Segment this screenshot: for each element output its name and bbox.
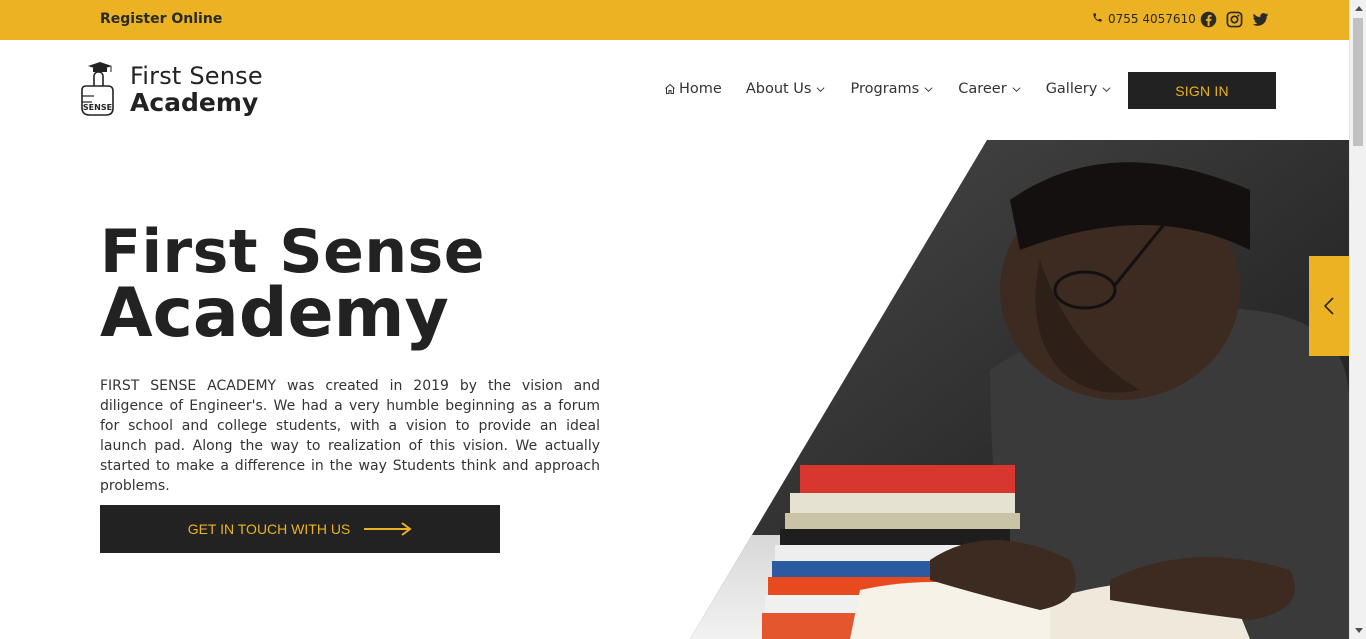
- chevron-down-icon: [1012, 86, 1021, 92]
- hero-image-student-reading: [690, 140, 1349, 639]
- chevron-down-icon: [1102, 86, 1111, 92]
- chevron-down-icon: [816, 86, 825, 92]
- brand-name-line1: First Sense: [130, 61, 263, 90]
- nav-item-gallery[interactable]: Gallery: [1046, 81, 1113, 97]
- slider-prev-button[interactable]: [1309, 256, 1349, 356]
- get-in-touch-button[interactable]: GET IN TOUCH WITH US: [100, 505, 500, 553]
- nav-item-about-us[interactable]: About Us: [746, 81, 827, 97]
- arrow-right-icon: [364, 522, 412, 536]
- logo-text: SENSE: [83, 103, 112, 112]
- facebook-icon[interactable]: [1200, 11, 1217, 28]
- site-header: SENSE First Sense Academy Home About Us …: [0, 40, 1349, 140]
- logo-hand-icon: SENSE: [81, 62, 114, 116]
- nav-label-about-us: About Us: [745, 81, 812, 97]
- scrollbar-thumb[interactable]: [1353, 18, 1363, 146]
- chevron-down-icon: [924, 86, 933, 92]
- nav-item-programs[interactable]: Programs: [850, 81, 934, 97]
- instagram-icon[interactable]: [1226, 11, 1243, 28]
- scroll-up-arrow[interactable]: [1350, 0, 1366, 17]
- nav-label-career: Career: [958, 81, 1007, 97]
- nav-item-home[interactable]: Home: [664, 81, 722, 97]
- scroll-down-arrow[interactable]: [1350, 622, 1366, 639]
- hero-title-line1: First Sense: [100, 217, 485, 287]
- nav-label-home: Home: [679, 81, 722, 97]
- sign-in-button[interactable]: SIGN IN: [1128, 72, 1276, 109]
- page-scrollbar[interactable]: [1349, 0, 1366, 639]
- chevron-left-icon: [1323, 297, 1334, 315]
- phone-contact[interactable]: 0755 4057610: [1092, 12, 1196, 26]
- brand-name: First Sense Academy: [130, 64, 263, 115]
- phone-number: 0755 4057610: [1108, 12, 1196, 26]
- get-in-touch-label: GET IN TOUCH WITH US: [187, 521, 351, 537]
- brand-name-line2: Academy: [130, 87, 259, 117]
- nav-label-programs: Programs: [850, 81, 920, 97]
- phone-icon: [1092, 12, 1103, 26]
- hero-title: First Sense Academy: [100, 222, 485, 348]
- hero-description: FIRST SENSE ACADEMY was created in 2019 …: [100, 378, 600, 494]
- hero-title-line2: Academy: [100, 274, 449, 353]
- nav-label-gallery: Gallery: [1045, 81, 1098, 97]
- top-bar: Register Online 0755 4057610: [0, 0, 1349, 40]
- brand-logo[interactable]: SENSE First Sense Academy: [78, 60, 263, 118]
- home-icon: [665, 83, 675, 94]
- main-nav: Home About Us Programs Career Gallery: [664, 81, 1136, 97]
- nav-item-career[interactable]: Career: [958, 81, 1021, 97]
- social-links: [1200, 11, 1269, 28]
- twitter-icon[interactable]: [1252, 11, 1269, 28]
- register-online-link[interactable]: Register Online: [100, 11, 222, 27]
